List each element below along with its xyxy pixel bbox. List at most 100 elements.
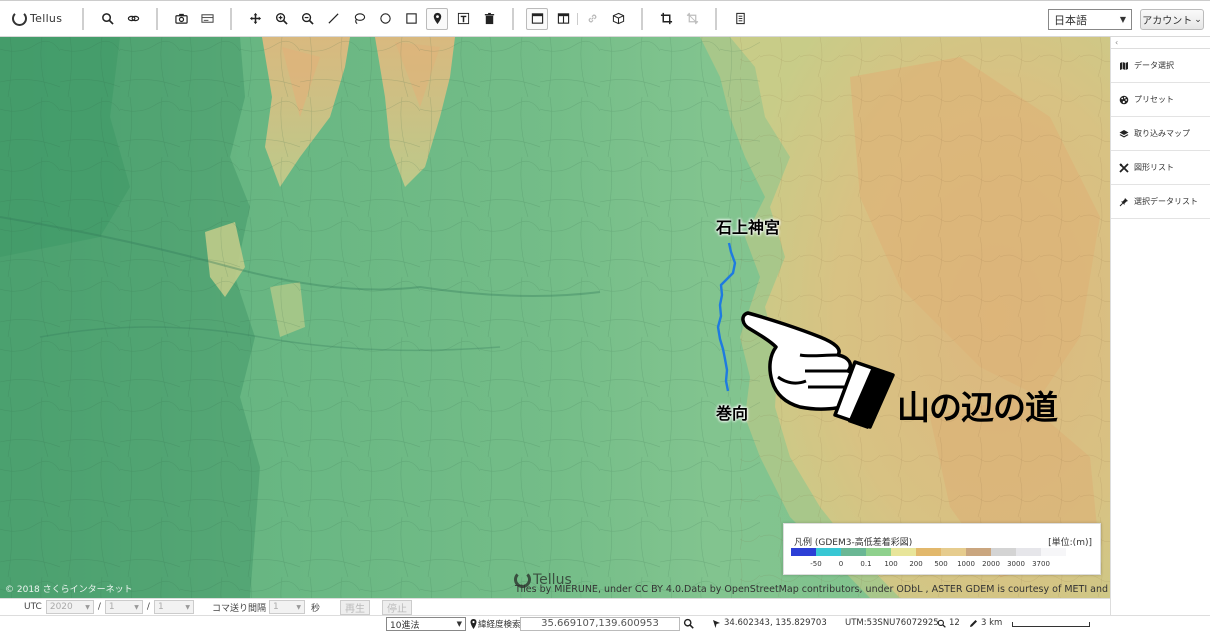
tellus-logo[interactable]: Tellus (12, 7, 72, 31)
chevron-down-icon: ▼ (456, 620, 462, 628)
date-separator: / (146, 602, 150, 612)
crop-off-icon (686, 12, 698, 25)
draw-freehand-button[interactable] (348, 8, 370, 30)
crop-icon (660, 12, 672, 25)
screenshot-button[interactable] (170, 8, 192, 30)
sidebar-item-label: プリセット (1134, 95, 1174, 104)
chevron-down-icon: ▼ (185, 603, 190, 611)
link-button[interactable] (122, 8, 144, 30)
line-icon (327, 13, 339, 24)
scale-label: 3 km (981, 618, 1003, 628)
legend-title: 凡例 (GDEM3-高低差着彩図) (794, 538, 913, 548)
account-label: アカウント (1142, 16, 1193, 27)
palette-icon (1119, 95, 1129, 104)
sidebar-item-preset[interactable]: プリセット (1111, 83, 1210, 117)
add-text-button[interactable] (452, 8, 474, 30)
label-makimuku: 巻向 (716, 404, 749, 423)
legend-swatch (966, 548, 991, 556)
legend-swatch (841, 548, 866, 556)
map-copyright: © 2018 さくらインターネット (5, 585, 133, 595)
zoom-icon (937, 619, 946, 628)
legend-swatch (916, 548, 941, 556)
zoom-out-button[interactable] (296, 8, 318, 30)
move-arrows-icon (249, 12, 261, 25)
language-select[interactable]: 日本語 ▼ (1048, 9, 1132, 30)
legend-ticks: -50 0 0.1 100 200 500 1000 2000 3000 3700 (784, 560, 1102, 570)
year-select[interactable]: 2020 ▼ (45, 600, 94, 614)
draw-circle-button[interactable] (374, 8, 396, 30)
stop-button[interactable]: 停止 (381, 599, 412, 615)
search-icon (101, 13, 114, 25)
map-pin-icon (470, 619, 477, 629)
lasso-icon (354, 13, 365, 25)
legend-unit: [単位:(m)] (1048, 538, 1092, 548)
interval-select[interactable]: 1 ▼ (268, 600, 305, 614)
sidebar-item-label: 図形リスト (1134, 163, 1174, 172)
account-button[interactable]: アカウント ⌄ (1140, 9, 1204, 30)
3d-view-button[interactable] (607, 8, 629, 30)
legend-tick-label: 0 (838, 560, 844, 568)
draw-rectangle-button[interactable] (400, 8, 422, 30)
day-select[interactable]: 1 ▼ (153, 600, 194, 614)
document-button[interactable] (729, 8, 751, 30)
sync-view-button[interactable] (581, 8, 603, 30)
zoom-out-icon (301, 12, 314, 25)
sidebar-item-label: 選択データリスト (1134, 197, 1198, 206)
interval-value: 1 (272, 602, 279, 612)
trash-icon (484, 12, 494, 25)
pencil-icon (970, 620, 977, 627)
delete-button[interactable] (478, 8, 500, 30)
sidebar-item-imported-maps[interactable]: 取り込みマップ (1111, 117, 1210, 151)
print-button[interactable] (196, 8, 218, 30)
split-view-button[interactable] (552, 8, 574, 30)
cursor-arrow-icon (713, 620, 720, 628)
single-view-button[interactable] (526, 7, 548, 30)
map-attribution[interactable]: Tiles by MIERUNE, under CC BY 4.0.Data b… (515, 584, 1110, 595)
draw-marker-button[interactable] (426, 7, 448, 30)
legend-swatch (1041, 548, 1066, 556)
sidebar-collapse-button[interactable]: ‹ (1111, 37, 1210, 49)
toolbar-divider (156, 7, 158, 30)
scale-bar (1012, 622, 1090, 627)
layers-icon (1119, 129, 1129, 137)
coordinate-format-select[interactable]: 10進法 ▼ (386, 617, 466, 631)
legend-tick-label: 1000 (957, 560, 975, 568)
sidebar-item-shape-list[interactable]: 図形リスト (1111, 151, 1210, 185)
interval-unit: 秒 (310, 603, 320, 614)
search-button[interactable] (96, 8, 118, 30)
right-sidebar: ‹ データ選択 プリセット 取り込みマップ 図形リスト 選択データリスト (1110, 37, 1210, 615)
legend-tick-label: 3000 (1007, 560, 1025, 568)
search-icon[interactable] (683, 618, 694, 629)
crop-clear-button[interactable] (681, 8, 703, 30)
legend-swatch (1016, 548, 1041, 556)
elevation-terrain (0, 37, 1110, 598)
document-icon (735, 12, 745, 25)
sidebar-item-data-select[interactable]: データ選択 (1111, 49, 1210, 83)
play-button[interactable]: 再生 (339, 599, 370, 615)
single-window-icon (531, 13, 543, 24)
draw-line-button[interactable] (322, 8, 344, 30)
text-icon (457, 12, 469, 25)
legend-tick-label: 100 (884, 560, 898, 568)
utm-readout: UTM:53SNU76072925 (845, 618, 939, 628)
zoom-in-button[interactable] (270, 8, 292, 30)
time-control-bar: UTC 2020 ▼ / 1 ▼ / 1 ▼ コマ送り間隔 1 ▼ 秒 再生 停止 (0, 598, 1110, 615)
sidebar-item-selected-data-list[interactable]: 選択データリスト (1111, 185, 1210, 219)
toolbar-divider (577, 12, 578, 25)
square-icon (405, 13, 417, 24)
pan-button[interactable] (244, 8, 266, 30)
coordinate-format-value: 10進法 (390, 620, 420, 631)
cursor-coordinates: 34.602343, 135.829703 (724, 618, 827, 628)
month-select[interactable]: 1 ▼ (104, 600, 143, 614)
legend-tick-label: 0.1 (860, 560, 872, 568)
circle-icon (379, 13, 391, 24)
elevation-legend: 凡例 (GDEM3-高低差着彩図) [単位:(m)] -50 0 0.1 100 200… (783, 523, 1101, 575)
utc-label: UTC (24, 602, 42, 612)
map-pin-icon (433, 12, 441, 25)
map-view[interactable]: 石上神宮 巻向 山の辺の道 © 2018 さくらインターネット Tellus T… (0, 37, 1110, 598)
legend-swatch (891, 548, 916, 556)
status-bar: 10進法 ▼ 緯経度検索 35.669107,139.600953 34.602… (0, 615, 1210, 631)
coordinate-search-input[interactable]: 35.669107,139.600953 (520, 617, 680, 631)
crop-button[interactable] (655, 8, 677, 30)
legend-tick-label: 3700 (1032, 560, 1050, 568)
